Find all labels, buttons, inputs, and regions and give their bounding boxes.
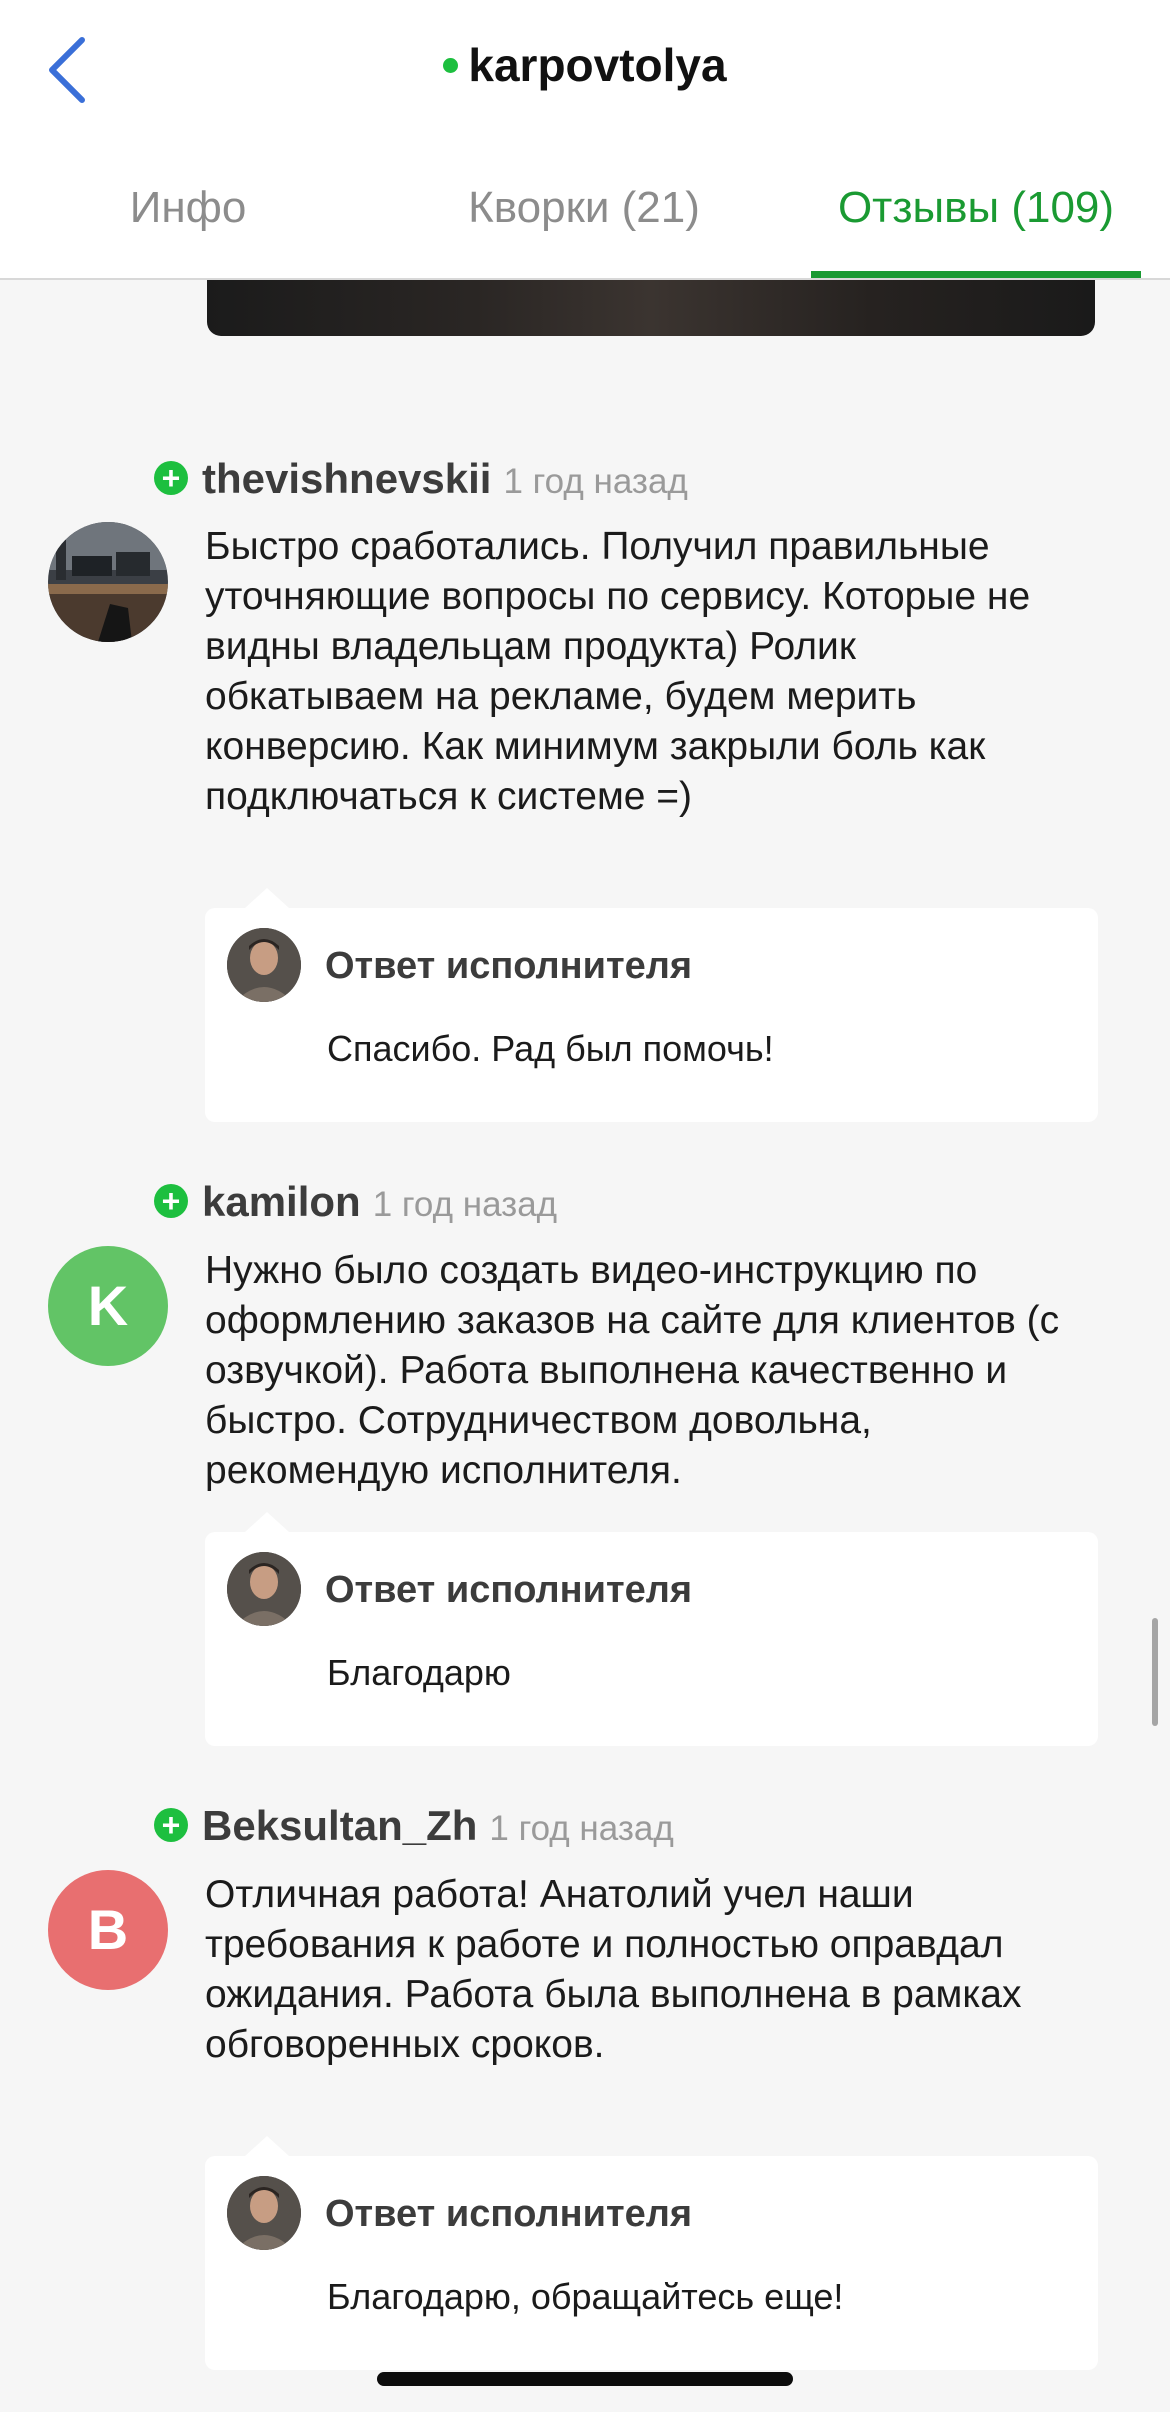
tab-reviews[interactable]: Отзывы (109) xyxy=(811,168,1141,278)
review-header: + kamilon 1 год назад xyxy=(154,1178,557,1228)
review-username[interactable]: thevishnevskii xyxy=(202,455,491,502)
seller-reply: Ответ исполнителя Благодарю xyxy=(205,1512,1098,1746)
seller-avatar xyxy=(227,2176,301,2250)
reply-text: Благодарю, обращайтесь еще! xyxy=(327,2276,844,2317)
profile-username: karpovtolya xyxy=(468,39,727,91)
review-text: Быстро сработались. Получил правильные у… xyxy=(205,525,1031,818)
plus-icon: + xyxy=(154,1184,188,1218)
tab-info[interactable]: Инфо xyxy=(88,168,288,278)
tab-kworks[interactable]: Кворки (21) xyxy=(440,168,728,278)
review-header: + Beksultan_Zh 1 год назад xyxy=(154,1802,674,1852)
online-status-dot xyxy=(443,58,459,73)
review-header: + thevishnevskii 1 год назад xyxy=(154,455,688,505)
review-time: 1 год назад xyxy=(503,462,688,501)
seller-reply: Ответ исполнителя Благодарю, обращайтесь… xyxy=(205,2136,1098,2370)
tab-bar: Инфо Кворки (21) Отзывы (109) xyxy=(0,168,1170,278)
reply-text: Спасибо. Рад был помочь! xyxy=(327,1028,774,1069)
seller-avatar xyxy=(227,928,301,1002)
home-indicator[interactable] xyxy=(377,2372,793,2386)
avatar[interactable]: K xyxy=(48,1246,168,1366)
avatar-photo xyxy=(48,522,168,642)
review-time: 1 год назад xyxy=(489,1809,674,1848)
plus-icon: + xyxy=(154,461,188,495)
page-title: karpovtolya xyxy=(0,38,1170,92)
reply-title: Ответ исполнителя xyxy=(325,1569,693,1611)
review-username[interactable]: Beksultan_Zh xyxy=(202,1802,477,1849)
avatar[interactable] xyxy=(48,522,168,642)
plus-icon: + xyxy=(154,1808,188,1842)
seller-avatar xyxy=(227,1552,301,1626)
reply-title: Ответ исполнителя xyxy=(325,2193,693,2235)
reply-title: Ответ исполнителя xyxy=(325,945,693,987)
top-bar: karpovtolya Инфо Кворки (21) Отзывы (109… xyxy=(0,0,1170,280)
review-text: Отличная работа! Анатолий учел наши треб… xyxy=(205,1873,1022,2066)
review-username[interactable]: kamilon xyxy=(202,1178,361,1225)
scrollbar[interactable] xyxy=(1152,1618,1158,1726)
reply-text: Благодарю xyxy=(327,1652,511,1693)
avatar[interactable]: B xyxy=(48,1870,168,1990)
review-time: 1 год назад xyxy=(372,1185,558,1224)
seller-reply: Ответ исполнителя Спасибо. Рад был помоч… xyxy=(205,888,1098,1122)
review-text: Нужно было создать видео-инструкцию по о… xyxy=(205,1249,1060,1492)
